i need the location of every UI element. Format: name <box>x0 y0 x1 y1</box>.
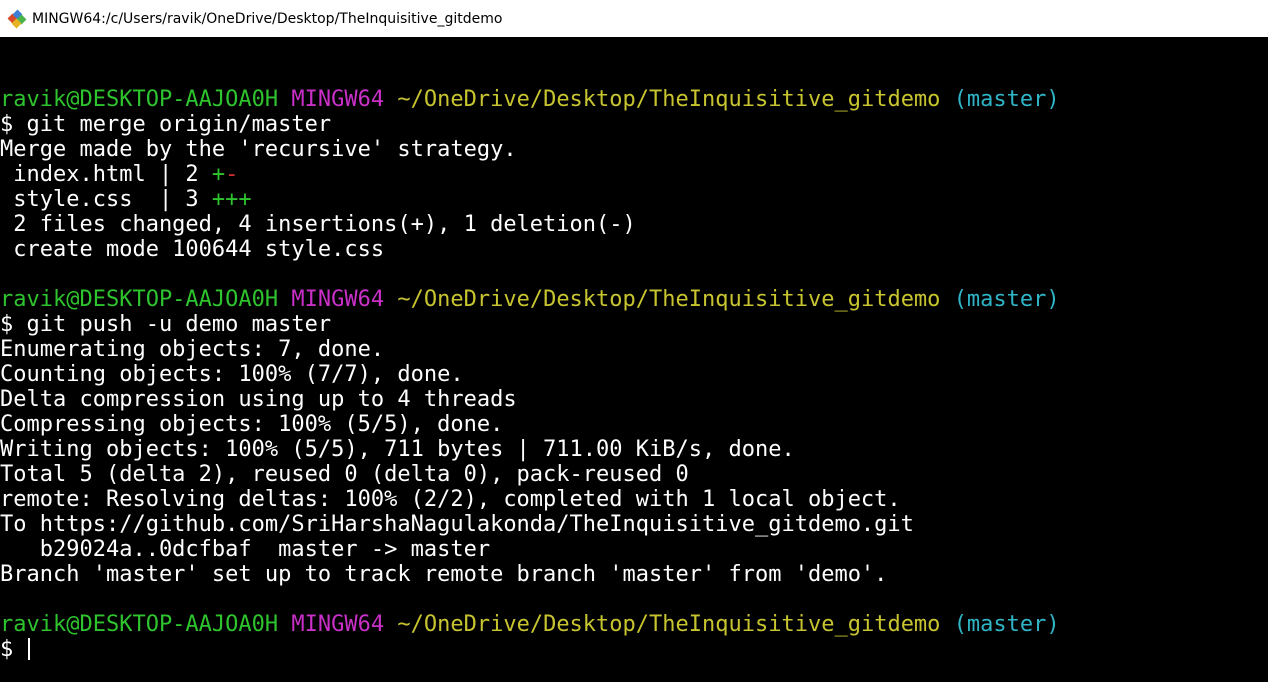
command-line: $ git merge origin/master <box>0 112 1268 137</box>
output-text: b29024a..0dcfbaf master -> master <box>0 537 491 562</box>
git-bash-icon <box>7 9 27 28</box>
prompt-user: ravik@DESKTOP-AAJOA0H <box>0 612 279 637</box>
input-line: $ <box>0 637 1268 662</box>
diffstat-line: index.html | 2 +- <box>0 162 1268 187</box>
output-line: Branch 'master' set up to track remote b… <box>0 562 1268 587</box>
output-text: Branch 'master' set up to track remote b… <box>0 562 888 587</box>
output-text: Merge made by the 'recursive' strategy. <box>0 137 517 162</box>
prompt-env: MINGW64 <box>291 287 385 312</box>
output-line: b29024a..0dcfbaf master -> master <box>0 537 1268 562</box>
prompt-env: MINGW64 <box>291 87 385 112</box>
prompt-line: ravik@DESKTOP-AAJOA0H MINGW64 ~/OneDrive… <box>0 87 1268 112</box>
input-prompt: $ <box>0 637 27 662</box>
command-text: $ git merge origin/master <box>0 112 332 137</box>
output-text: Counting objects: 100% (7/7), done. <box>0 362 464 387</box>
output-text: Delta compression using up to 4 threads <box>0 387 517 412</box>
output-text: Compressing objects: 100% (5/5), done. <box>0 412 504 437</box>
prompt-branch: (master) <box>953 612 1060 637</box>
diffstat-text: index.html | 2 <box>0 162 212 187</box>
output-line: Total 5 (delta 2), reused 0 (delta 0), p… <box>0 462 1268 487</box>
command-line: $ git push -u demo master <box>0 312 1268 337</box>
output-line: To https://github.com/SriHarshaNagulakon… <box>0 512 1268 537</box>
prompt-path: ~/OneDrive/Desktop/TheInquisitive_gitdem… <box>397 287 941 312</box>
output-text: 2 files changed, 4 insertions(+), 1 dele… <box>0 212 636 237</box>
prompt-branch: (master) <box>953 287 1060 312</box>
output-line: Delta compression using up to 4 threads <box>0 387 1268 412</box>
output-line: Merge made by the 'recursive' strategy. <box>0 137 1268 162</box>
prompt-path: ~/OneDrive/Desktop/TheInquisitive_gitdem… <box>397 612 941 637</box>
prompt-branch: (master) <box>953 87 1060 112</box>
output-line: Enumerating objects: 7, done. <box>0 337 1268 362</box>
prompt-env: MINGW64 <box>291 612 385 637</box>
diffstat-text: style.css | 3 <box>0 187 212 212</box>
output-text: Total 5 (delta 2), reused 0 (delta 0), p… <box>0 462 689 487</box>
prompt-line: ravik@DESKTOP-AAJOA0H MINGW64 ~/OneDrive… <box>0 612 1268 637</box>
terminal-output[interactable]: ravik@DESKTOP-AAJOA0H MINGW64 ~/OneDrive… <box>0 62 1268 662</box>
prompt-user: ravik@DESKTOP-AAJOA0H <box>0 287 279 312</box>
output-line: Writing objects: 100% (5/5), 711 bytes |… <box>0 437 1268 462</box>
output-line: Counting objects: 100% (7/7), done. <box>0 362 1268 387</box>
output-line: create mode 100644 style.css <box>0 237 1268 262</box>
diffstat-plus: +++ <box>211 187 252 212</box>
output-line: remote: Resolving deltas: 100% (2/2), co… <box>0 487 1268 512</box>
output-text: Enumerating objects: 7, done. <box>0 337 385 362</box>
command-text: $ git push -u demo master <box>0 312 332 337</box>
title-bar[interactable]: MINGW64:/c/Users/ravik/OneDrive/Desktop/… <box>0 0 1268 37</box>
prompt-path: ~/OneDrive/Desktop/TheInquisitive_gitdem… <box>397 87 941 112</box>
output-text: To https://github.com/SriHarshaNagulakon… <box>0 512 914 537</box>
output-line: 2 files changed, 4 insertions(+), 1 dele… <box>0 212 1268 237</box>
output-line: Compressing objects: 100% (5/5), done. <box>0 412 1268 437</box>
diffstat-line: style.css | 3 +++ <box>0 187 1268 212</box>
diffstat-plus: + <box>211 162 226 187</box>
output-text: remote: Resolving deltas: 100% (2/2), co… <box>0 487 901 512</box>
output-text: Writing objects: 100% (5/5), 711 bytes |… <box>0 437 795 462</box>
window-title: MINGW64:/c/Users/ravik/OneDrive/Desktop/… <box>32 10 503 27</box>
diffstat-minus: - <box>225 162 239 187</box>
prompt-user: ravik@DESKTOP-AAJOA0H <box>0 87 279 112</box>
terminal-window: MINGW64:/c/Users/ravik/OneDrive/Desktop/… <box>0 0 1268 682</box>
prompt-line: ravik@DESKTOP-AAJOA0H MINGW64 ~/OneDrive… <box>0 287 1268 312</box>
text-cursor[interactable] <box>27 638 30 660</box>
output-text: create mode 100644 style.css <box>0 237 385 262</box>
